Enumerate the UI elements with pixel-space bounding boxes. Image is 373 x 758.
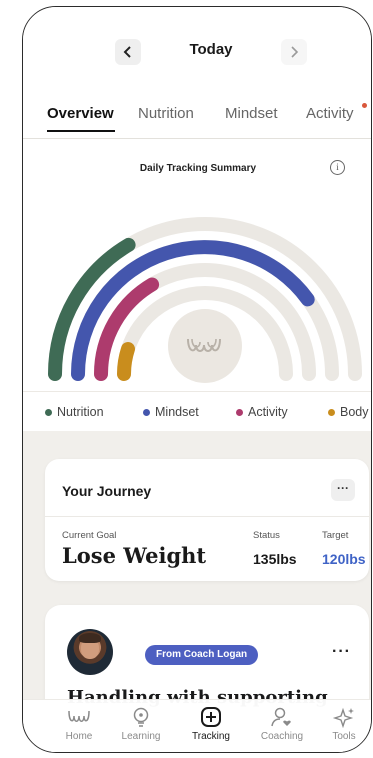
nav-learning-label: Learning [121, 731, 161, 742]
legend-mindset: Mindset [143, 405, 199, 419]
journey-divider [45, 516, 369, 517]
date-navigation: Today [23, 7, 371, 99]
lightbulb-icon [133, 707, 149, 727]
nav-tracking[interactable]: Tracking [181, 706, 241, 742]
activity-notification-dot [362, 103, 367, 108]
current-goal-label: Current Goal [62, 530, 117, 541]
journey-title: Your Journey [62, 483, 152, 499]
journey-card[interactable]: Your Journey ··· Current Goal Lose Weigh… [45, 459, 369, 581]
tab-bar: Overview Nutrition Mindset Activity [23, 99, 371, 139]
coach-more-icon[interactable]: ··· [332, 643, 351, 661]
legend-divider [23, 391, 371, 392]
phone-frame: Today Overview Nutrition Mindset Activit… [22, 6, 372, 753]
bottom-navigation: Home Learning Tracking Coaching Tools [23, 699, 371, 752]
summary-title: Daily Tracking Summary [139, 163, 257, 174]
status-label: Status [253, 530, 280, 541]
rings-legend: Nutrition Mindset Activity Body [23, 405, 371, 421]
target-label: Target [322, 530, 349, 541]
legend-body: Body [328, 405, 369, 419]
home-logo-icon [68, 710, 90, 722]
status-value: 135lbs [253, 551, 297, 567]
chevron-right-icon [291, 46, 299, 58]
daily-summary-section: Daily Tracking Summary i Nutrition Minds… [23, 139, 371, 431]
info-icon[interactable]: i [330, 160, 345, 175]
legend-nutrition: Nutrition [45, 405, 104, 419]
nav-tools-label: Tools [332, 731, 356, 742]
coach-avatar [67, 629, 113, 675]
nav-tracking-label: Tracking [192, 731, 230, 742]
coach-badge: From Coach Logan [145, 645, 259, 665]
previous-day-button[interactable] [115, 39, 141, 65]
tab-overview[interactable]: Overview [47, 105, 114, 122]
nav-tools[interactable]: Tools [314, 706, 371, 742]
sparkle-icon [332, 707, 354, 728]
next-day-button[interactable] [281, 39, 307, 65]
nav-coaching-label: Coaching [260, 731, 304, 742]
tab-nutrition[interactable]: Nutrition [138, 105, 194, 122]
active-tab-indicator [47, 130, 115, 132]
nav-coaching[interactable]: Coaching [252, 706, 312, 742]
chevron-left-icon [123, 46, 131, 58]
tab-mindset[interactable]: Mindset [225, 105, 278, 122]
brand-logo-circle [168, 309, 242, 383]
nav-home[interactable]: Home [49, 706, 109, 742]
more-icon[interactable]: ··· [331, 479, 355, 501]
person-heart-icon [271, 707, 291, 727]
nav-learning[interactable]: Learning [111, 706, 171, 742]
tab-activity[interactable]: Activity [306, 105, 354, 122]
nav-home-label: Home [65, 731, 93, 742]
current-goal-value: Lose Weight [62, 543, 207, 568]
plus-square-icon [201, 707, 221, 727]
target-value: 120lbs [322, 551, 366, 567]
ring-progress-body [117, 342, 135, 381]
date-title: Today [189, 41, 233, 58]
brand-logo-icon [187, 338, 221, 352]
legend-activity: Activity [236, 405, 288, 419]
